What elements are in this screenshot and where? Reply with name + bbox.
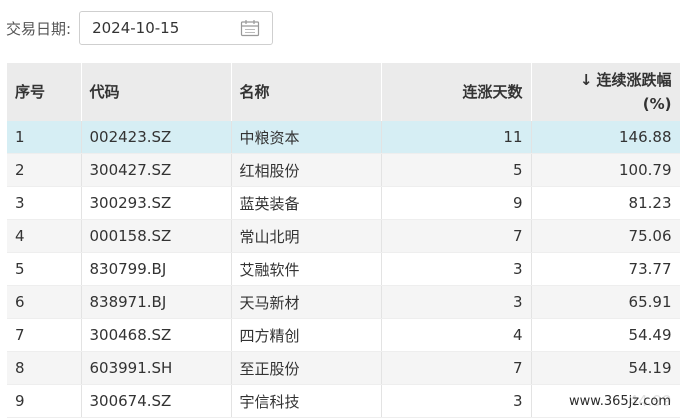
cell-name: 中粮资本	[231, 121, 382, 154]
header-name[interactable]: 名称	[231, 63, 382, 121]
header-index[interactable]: 序号	[7, 63, 82, 121]
cell-pct: 54.19	[531, 351, 680, 385]
cell-code: 300427.SZ	[81, 153, 232, 187]
cell-name: 至正股份	[231, 351, 382, 385]
cell-pct: 73.77	[531, 252, 680, 286]
cell-index: 4	[7, 219, 82, 253]
header-pct-unit: (%)	[642, 95, 672, 113]
cell-index: 9	[7, 384, 82, 418]
table-header-row: 序号 代码 名称 连涨天数 ↓ 连续涨跌幅 (%)	[7, 63, 680, 121]
cell-index: 3	[7, 186, 82, 220]
sort-desc-arrow-icon: ↓	[579, 71, 593, 89]
cell-days: 11	[381, 121, 532, 154]
cell-index: 8	[7, 351, 82, 385]
cell-days: 5	[381, 153, 532, 187]
cell-code: 300468.SZ	[81, 318, 232, 352]
header-code[interactable]: 代码	[81, 63, 232, 121]
cell-days: 9	[381, 186, 532, 220]
table-row[interactable]: 3 300293.SZ 蓝英装备 9 81.23	[7, 186, 680, 220]
cell-pct: 65.91	[531, 285, 680, 319]
cell-days: 3	[381, 384, 532, 418]
watermark: www.365jz.com	[566, 393, 674, 410]
table-row[interactable]: 8 603991.SH 至正股份 7 54.19	[7, 351, 680, 385]
cell-name: 宇信科技	[231, 384, 382, 418]
header-pct[interactable]: ↓ 连续涨跌幅 (%)	[531, 63, 680, 121]
calendar-icon[interactable]	[240, 19, 260, 37]
header-days[interactable]: 连涨天数	[381, 63, 532, 121]
cell-name: 四方精创	[231, 318, 382, 352]
cell-name: 天马新材	[231, 285, 382, 319]
cell-days: 3	[381, 252, 532, 286]
cell-pct: 75.06	[531, 219, 680, 253]
table-row[interactable]: 1 002423.SZ 中粮资本 11 146.88	[7, 121, 680, 154]
date-filter: 交易日期: 2024-10-15	[0, 10, 274, 46]
cell-index: 5	[7, 252, 82, 286]
cell-code: 603991.SH	[81, 351, 232, 385]
cell-days: 3	[381, 285, 532, 319]
cell-code: 300674.SZ	[81, 384, 232, 418]
cell-index: 1	[7, 121, 82, 154]
table-row[interactable]: 2 300427.SZ 红相股份 5 100.79	[7, 153, 680, 187]
cell-index: 7	[7, 318, 82, 352]
date-value: 2024-10-15	[92, 19, 180, 37]
table-row[interactable]: 6 838971.BJ 天马新材 3 65.91	[7, 285, 680, 319]
cell-code: 000158.SZ	[81, 219, 232, 253]
date-label: 交易日期:	[6, 19, 72, 38]
cell-name: 艾融软件	[231, 252, 382, 286]
cell-days: 4	[381, 318, 532, 352]
streak-table: 序号 代码 名称 连涨天数 ↓ 连续涨跌幅 (%) 1 002423.SZ 中粮资本 1…	[7, 63, 680, 418]
cell-pct: 54.49	[531, 318, 680, 352]
header-pct-label: 连续涨跌幅	[596, 71, 672, 89]
date-picker-input[interactable]: 2024-10-15	[79, 11, 274, 45]
cell-name: 红相股份	[231, 153, 382, 187]
cell-name: 蓝英装备	[231, 186, 382, 220]
cell-pct: 81.23	[531, 186, 680, 220]
cell-pct: 100.79	[531, 153, 680, 187]
cell-pct: 146.88	[531, 121, 680, 154]
cell-days: 7	[381, 219, 532, 253]
cell-code: 300293.SZ	[81, 186, 232, 220]
cell-code: 830799.BJ	[81, 252, 232, 286]
cell-code: 838971.BJ	[81, 285, 232, 319]
table-row[interactable]: 5 830799.BJ 艾融软件 3 73.77	[7, 252, 680, 286]
table-row[interactable]: 7 300468.SZ 四方精创 4 54.49	[7, 318, 680, 352]
cell-days: 7	[381, 351, 532, 385]
cell-index: 6	[7, 285, 82, 319]
cell-index: 2	[7, 153, 82, 187]
cell-code: 002423.SZ	[81, 121, 232, 154]
cell-name: 常山北明	[231, 219, 382, 253]
table-row[interactable]: 4 000158.SZ 常山北明 7 75.06	[7, 219, 680, 253]
